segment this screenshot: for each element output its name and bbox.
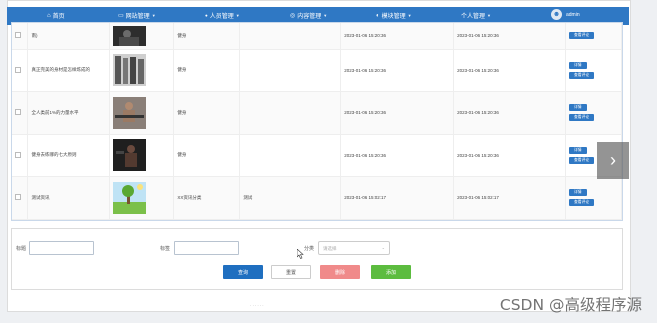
table-row: 健身去练哪的七大原则 健身 2023-01-06 15:20:36 2023-0… — [12, 134, 622, 177]
cell-category: 健身 — [173, 49, 241, 92]
view-comments-button[interactable]: 查看评论 — [568, 114, 595, 122]
cell-title: 测试资讯 — [27, 176, 111, 220]
title-input[interactable] — [29, 241, 94, 255]
nav-item-site-management[interactable]: ▭ 网站管理 ▼ — [118, 11, 156, 20]
watermark: CSDN @高级程序源 — [499, 296, 642, 314]
cell-created: 2023-01-06 15:20:36 — [340, 134, 455, 177]
nav-label: 网站管理 — [125, 14, 150, 20]
cell-image — [109, 176, 175, 220]
nav-label: 内容管理 — [297, 14, 322, 20]
view-comments-button[interactable]: 查看评论 — [568, 71, 595, 79]
row-checkbox[interactable] — [15, 32, 21, 39]
category-label: 分类 — [304, 246, 315, 252]
nav-item-personal-management[interactable]: 个人管理 ▼ — [461, 11, 491, 20]
cell-created: 2023-01-06 15:02:17 — [340, 176, 455, 220]
cell-updated: 2023-01-06 15:20:36 — [453, 23, 566, 50]
mouse-cursor-icon — [297, 249, 304, 259]
cell-updated: 2023-01-06 15:20:36 — [453, 134, 566, 177]
cell-tag — [239, 49, 342, 92]
user-avatar-icon: ☻ — [552, 11, 561, 18]
chevron-right-icon: › — [610, 150, 616, 170]
pagination: · · · · · · — [250, 303, 264, 308]
filter-form: 标题 标签 分类 请选择 ⌄ 查询 重置 删除 添加 — [11, 228, 623, 290]
cell-category: 健身 — [173, 134, 241, 177]
add-button[interactable]: 添加 — [371, 265, 411, 279]
cell-title: 全人类前1%的力量水平 — [27, 91, 111, 135]
search-button[interactable]: 查询 — [223, 265, 263, 279]
nav-label: 人员管理 — [209, 14, 234, 20]
title-label: 标题 — [16, 246, 27, 252]
cell-category: 健身 — [173, 23, 241, 50]
avatar[interactable]: ☻ — [551, 9, 562, 20]
thumbnail-image — [113, 96, 147, 129]
nav-item-module-management[interactable]: ◐ 模块管理 ▼ — [376, 11, 412, 21]
cell-tag: 测试 — [239, 176, 342, 220]
cell-title: 健身去练哪的七大原则 — [27, 134, 111, 177]
globe-icon: ◎ — [290, 13, 296, 19]
username-label[interactable]: admin — [566, 12, 580, 18]
home-icon: ⌂ — [47, 12, 51, 19]
cell-tag — [239, 134, 342, 177]
chevron-down-icon: ▼ — [487, 13, 491, 18]
cell-category: XX资讯分类 — [173, 176, 241, 220]
thumbnail-image — [113, 54, 147, 87]
next-slide-button[interactable]: › — [597, 142, 629, 179]
category-select[interactable]: 请选择 ⌄ — [318, 241, 390, 255]
row-checkbox[interactable] — [15, 151, 21, 158]
details-button[interactable]: 详情 — [568, 61, 587, 69]
table-row: 测试资讯 XX资讯分类 测试 2023-01-06 15:02:17 2023-… — [12, 176, 622, 220]
row-checkbox[interactable] — [15, 194, 21, 201]
tag-input[interactable] — [174, 241, 239, 255]
monitor-icon: ▭ — [118, 13, 124, 19]
tag-label: 标签 — [160, 246, 171, 252]
cell-title: 南) — [27, 23, 111, 50]
thumbnail-image — [113, 181, 147, 214]
delete-button[interactable]: 删除 — [320, 265, 360, 279]
cell-updated: 2023-01-06 15:20:36 — [453, 49, 566, 92]
table-row: 南) 健身 2023-01-06 15:20:36 2023-01-06 15:… — [12, 23, 622, 50]
details-button[interactable]: 详情 — [568, 146, 587, 154]
user-icon: ● — [205, 13, 208, 18]
view-comments-button[interactable]: 查看评论 — [568, 199, 595, 207]
table-row: 全人类前1%的力量水平 健身 2023-01-06 15:20:36 2023-… — [12, 91, 622, 135]
cell-image — [109, 134, 175, 177]
chevron-down-icon: ▼ — [407, 13, 412, 18]
category-placeholder: 请选择 — [323, 246, 337, 251]
row-checkbox[interactable] — [15, 66, 21, 73]
table-row: 真正完美的身材是怎样炼成的 健身 2023-01-06 15:20:36 202… — [12, 49, 622, 92]
chevron-down-icon: ▼ — [151, 13, 156, 18]
message-icon: ◐ — [376, 12, 380, 19]
reset-button[interactable]: 重置 — [271, 265, 311, 279]
chevron-down-icon: ▼ — [323, 13, 328, 18]
nav-label: 模块管理 — [381, 14, 406, 20]
details-button[interactable]: 详情 — [568, 104, 587, 112]
cell-image — [109, 23, 175, 50]
view-comments-button[interactable]: 查看评论 — [568, 156, 595, 164]
cell-category: 健身 — [173, 91, 241, 135]
nav-item-user-management[interactable]: ● 人员管理 ▼ — [205, 11, 240, 20]
nav-item-home[interactable]: ⌂ 首页 — [47, 11, 65, 21]
chevron-down-icon: ⌄ — [381, 245, 385, 250]
cell-title: 真正完美的身材是怎样炼成的 — [27, 49, 111, 92]
cell-image — [109, 91, 175, 135]
details-button[interactable]: 详情 — [568, 189, 587, 197]
cell-updated: 2023-01-06 15:02:17 — [453, 176, 566, 220]
cell-tag — [239, 23, 342, 50]
cell-updated: 2023-01-06 15:20:36 — [453, 91, 566, 135]
cell-image — [109, 49, 175, 92]
chevron-down-icon: ▼ — [235, 13, 240, 18]
row-checkbox[interactable] — [15, 109, 21, 116]
nav-label: 首页 — [52, 14, 65, 20]
thumbnail-image — [113, 139, 147, 172]
nav-label: 个人管理 — [461, 14, 486, 20]
cell-created: 2023-01-06 15:20:36 — [340, 23, 455, 50]
nav-item-content-management[interactable]: ◎ 内容管理 ▼ — [290, 11, 327, 20]
cell-created: 2023-01-06 15:20:36 — [340, 91, 455, 135]
view-comments-button[interactable]: 查看评论 — [568, 32, 595, 40]
news-table: 南) 健身 2023-01-06 15:20:36 2023-01-06 15:… — [11, 22, 623, 221]
cell-created: 2023-01-06 15:20:36 — [340, 49, 455, 92]
cell-tag — [239, 91, 342, 135]
thumbnail-image — [113, 25, 147, 46]
